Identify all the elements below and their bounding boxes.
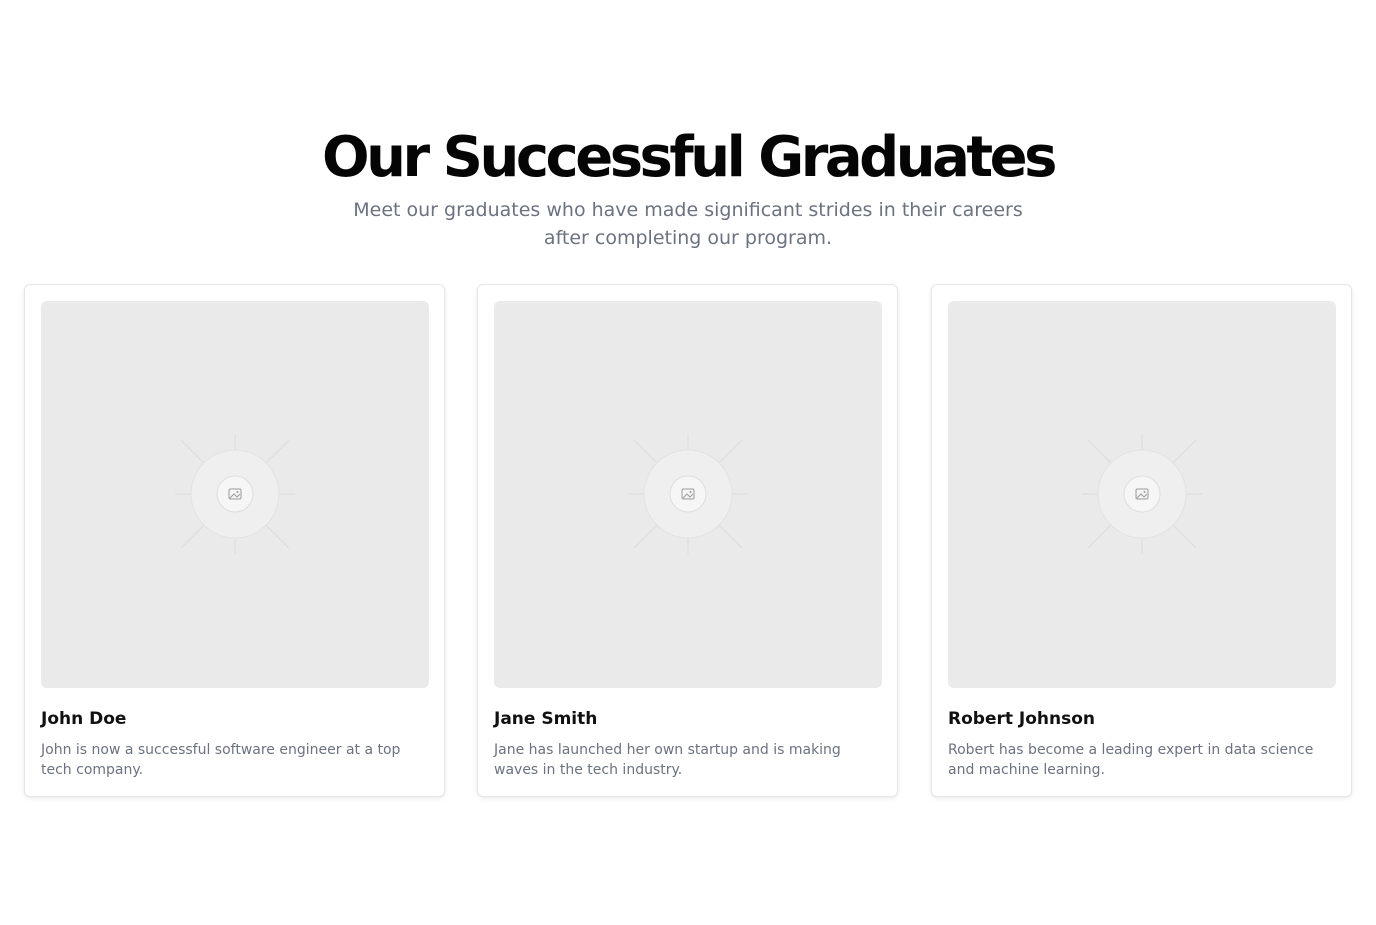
graduate-description: Jane has launched her own startup and is… xyxy=(494,742,841,778)
graduate-photo-placeholder xyxy=(948,301,1336,688)
graduate-name: Robert Johnson xyxy=(948,709,1096,729)
graduate-card: John Doe John is now a successful softwa… xyxy=(24,284,445,797)
section-subtitle: Meet our graduates who have made signifi… xyxy=(353,199,1023,249)
graduate-card: Robert Johnson Robert has become a leadi… xyxy=(931,284,1352,797)
graduate-name: Jane Smith xyxy=(494,709,598,729)
graduates-section: Our Successful Graduates Meet our gradua… xyxy=(0,0,1376,925)
graduate-description: John is now a successful software engine… xyxy=(41,742,401,778)
graduate-photo-placeholder xyxy=(41,301,429,688)
image-placeholder-icon xyxy=(1082,434,1202,554)
image-placeholder-icon xyxy=(628,434,748,554)
graduate-name: John Doe xyxy=(41,709,127,729)
section-title: Our Successful Graduates xyxy=(322,125,1057,190)
graduates-grid: John Doe John is now a successful softwa… xyxy=(24,284,1352,797)
graduate-photo-placeholder xyxy=(494,301,882,688)
graduate-description: Robert has become a leading expert in da… xyxy=(948,742,1314,778)
image-placeholder-icon xyxy=(175,434,295,554)
graduate-card: Jane Smith Jane has launched her own sta… xyxy=(477,284,898,797)
